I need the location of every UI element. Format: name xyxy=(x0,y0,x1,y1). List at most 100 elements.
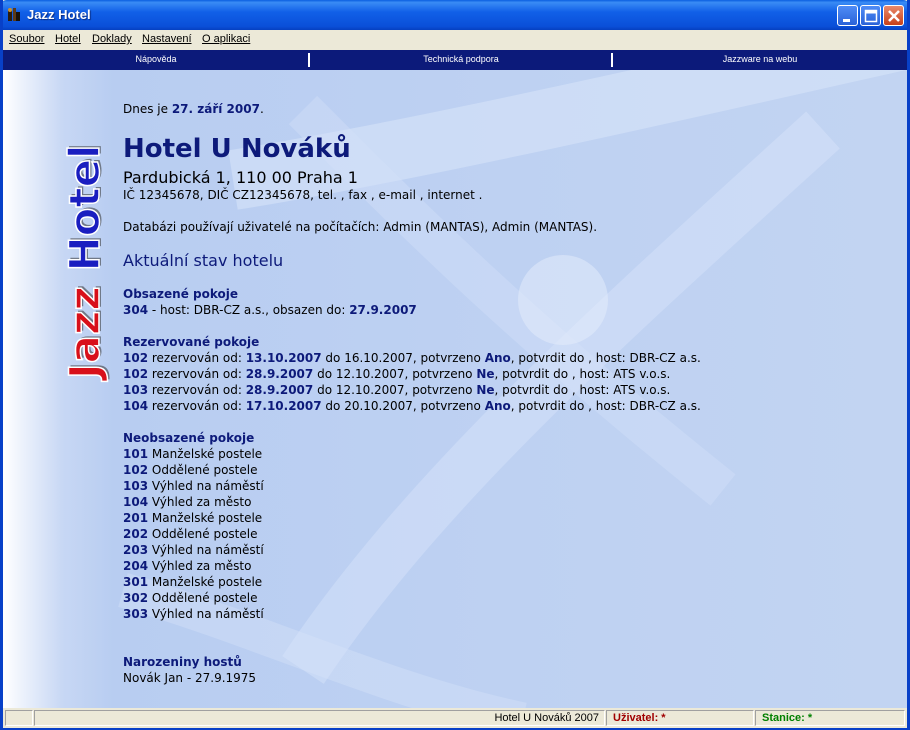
room-number: 102 xyxy=(123,351,149,365)
minimize-button[interactable] xyxy=(837,5,858,26)
room-desc: Výhled za město xyxy=(148,559,252,573)
reserved-row: 103 rezervován od: 28.9.2007 do 12.10.20… xyxy=(123,383,670,397)
hotel-address: Pardubická 1, 110 00 Praha 1 xyxy=(123,168,358,187)
today-suffix: . xyxy=(259,102,264,116)
room-number: 303 xyxy=(123,607,149,621)
close-button[interactable] xyxy=(883,5,904,26)
window-title: Jazz Hotel xyxy=(27,7,91,22)
free-room-row: 202 Oddělené postele xyxy=(123,527,257,541)
reserved-text: , potvrdit do , host: ATS v.o.s. xyxy=(494,383,671,397)
maximize-button[interactable] xyxy=(860,5,881,26)
birthday-row: Novák Jan - 27.9.1975 xyxy=(123,671,257,685)
occupied-row: 304 - host: DBR-CZ a.s., obsazen do: 27.… xyxy=(123,303,417,317)
occupied-text: - host: DBR-CZ a.s., obsazen do: xyxy=(148,303,350,317)
title-bar[interactable]: Jazz Hotel xyxy=(0,0,910,30)
db-users: Databázi používají uživatelé na počítačí… xyxy=(123,220,598,234)
menu-hotel-label: Hotel xyxy=(55,33,81,45)
reserved-confirmed: Ano xyxy=(484,351,511,365)
room-desc: Výhled na náměstí xyxy=(148,543,264,557)
room-number: 201 xyxy=(123,511,149,525)
reserved-text: rezervován od: xyxy=(148,399,246,413)
menu-o-aplikaci[interactable]: O aplikaci xyxy=(202,33,250,45)
room-desc: Manželské postele xyxy=(148,511,263,525)
status-bar: Hotel U Nováků 2007 Uživatel: * Stanice:… xyxy=(3,708,907,728)
room-number: 203 xyxy=(123,543,149,557)
reserved-text: rezervován od: xyxy=(148,367,246,381)
reserved-row: 104 rezervován od: 17.10.2007 do 20.10.2… xyxy=(123,399,701,413)
menu-bar: Soubor Hotel Doklady Nastavení O aplikac… xyxy=(3,30,907,50)
room-number: 304 xyxy=(123,303,149,317)
reserved-from: 17.10.2007 xyxy=(245,399,322,413)
reserved-heading: Rezervované pokoje xyxy=(123,335,260,349)
today-line: Dnes je 27. září 2007. xyxy=(123,102,264,116)
reserved-text: rezervován od: xyxy=(148,383,246,397)
reserved-text: do 12.10.2007, potvrzeno xyxy=(313,367,477,381)
reserved-from: 28.9.2007 xyxy=(245,383,314,397)
occupied-heading: Obsazené pokoje xyxy=(123,287,239,301)
jazz-hotel-logo: Jazz Hotel Jazz Hotel xyxy=(61,143,111,383)
hotel-name: Hotel U Nováků xyxy=(123,134,351,164)
reserved-text: , potvrdit do , host: DBR-CZ a.s. xyxy=(510,399,701,413)
status-heading: Aktuální stav hotelu xyxy=(123,251,284,270)
menu-soubor-label: Soubor xyxy=(9,33,45,45)
room-desc: Oddělené postele xyxy=(148,591,258,605)
menu-soubor[interactable]: Soubor xyxy=(9,33,44,45)
maximize-icon xyxy=(864,9,878,23)
today-date: 27. září 2007 xyxy=(171,102,260,116)
menu-nastaveni-label: Nastavení xyxy=(142,33,192,45)
menu-o-aplikaci-label: O aplikaci xyxy=(202,33,251,45)
free-room-row: 301 Manželské postele xyxy=(123,575,262,589)
svg-text:Jazz Hotel: Jazz Hotel xyxy=(61,145,109,382)
menu-doklady-label: Doklady xyxy=(92,33,132,45)
room-number: 302 xyxy=(123,591,149,605)
free-room-row: 203 Výhled na náměstí xyxy=(123,543,264,557)
free-room-row: 204 Výhled za město xyxy=(123,559,251,573)
logo-hotel: Hotel xyxy=(61,145,109,272)
link-jazzware-web[interactable]: Jazzware na webu xyxy=(613,54,907,64)
room-desc: Výhled za město xyxy=(148,495,252,509)
link-bar: Nápověda Technická podpora Jazzware na w… xyxy=(3,50,907,70)
room-number: 301 xyxy=(123,575,149,589)
hotel-ids: IČ 12345678, DIČ CZ12345678, tel. , fax … xyxy=(123,188,483,202)
menu-hotel[interactable]: Hotel xyxy=(55,33,81,45)
room-number: 102 xyxy=(123,463,149,477)
reserved-text: do 16.10.2007, potvrzeno xyxy=(321,351,485,365)
main-panel[interactable]: Jazz Hotel Jazz Hotel Dnes je 27. září 2… xyxy=(3,70,907,708)
room-number: 204 xyxy=(123,559,149,573)
reserved-text: do 20.10.2007, potvrzeno xyxy=(321,399,485,413)
birthdays-heading: Narozeniny hostů xyxy=(123,655,242,669)
room-number: 101 xyxy=(123,447,149,461)
reserved-text: , potvrdit do , host: DBR-CZ a.s. xyxy=(510,351,701,365)
room-desc: Manželské postele xyxy=(148,575,263,589)
free-room-row: 102 Oddělené postele xyxy=(123,463,257,477)
reserved-confirmed: Ano xyxy=(484,399,511,413)
link-help[interactable]: Nápověda xyxy=(3,54,309,64)
close-icon xyxy=(888,10,900,22)
reserved-row: 102 rezervován od: 28.9.2007 do 12.10.20… xyxy=(123,367,670,381)
room-number: 104 xyxy=(123,399,149,413)
free-room-row: 101 Manželské postele xyxy=(123,447,262,461)
room-desc: Výhled na náměstí xyxy=(148,479,264,493)
room-desc: Manželské postele xyxy=(148,447,263,461)
room-number: 103 xyxy=(123,383,149,397)
status-hotel: Hotel U Nováků 2007 xyxy=(34,710,605,726)
reserved-confirmed: Ne xyxy=(476,383,495,397)
room-number: 102 xyxy=(123,367,149,381)
reserved-from: 28.9.2007 xyxy=(245,367,314,381)
room-desc: Oddělené postele xyxy=(148,463,258,477)
status-panel-empty xyxy=(5,710,33,726)
room-desc: Oddělené postele xyxy=(148,527,258,541)
menu-doklady[interactable]: Doklady xyxy=(92,33,132,45)
today-prefix: Dnes je xyxy=(123,102,172,116)
jazz-app-icon xyxy=(8,8,20,21)
free-heading: Neobsazené pokoje xyxy=(123,431,255,445)
status-station: Stanice: * xyxy=(755,710,905,726)
room-desc: Výhled na náměstí xyxy=(148,607,264,621)
free-room-row: 103 Výhled na náměstí xyxy=(123,479,264,493)
reserved-text: rezervován od: xyxy=(148,351,246,365)
reserved-row: 102 rezervován od: 13.10.2007 do 16.10.2… xyxy=(123,351,701,365)
window-frame-left xyxy=(0,0,3,730)
link-tech-support[interactable]: Technická podpora xyxy=(310,54,612,64)
minimize-icon xyxy=(843,19,850,22)
menu-nastaveni[interactable]: Nastavení xyxy=(142,33,192,45)
